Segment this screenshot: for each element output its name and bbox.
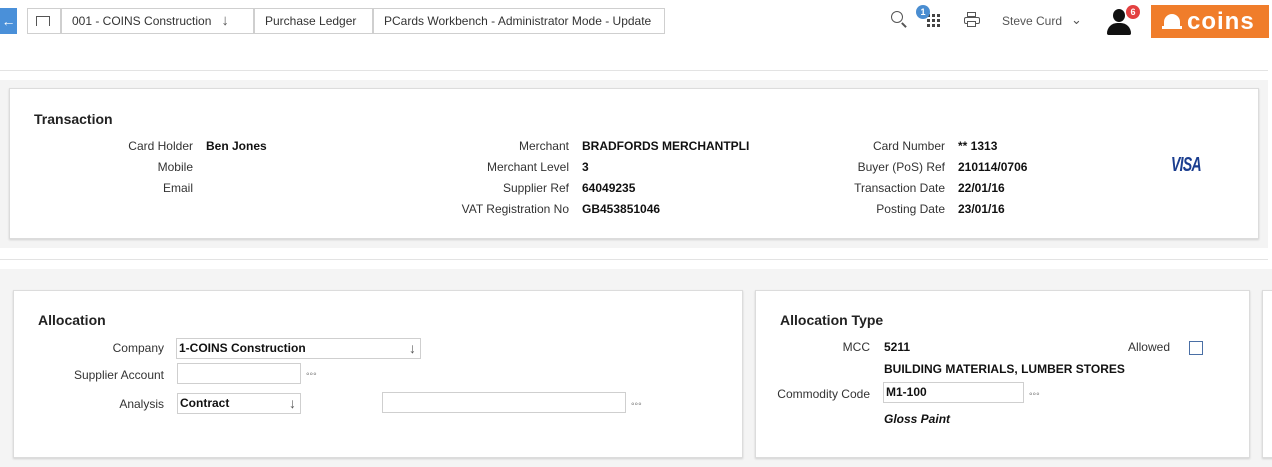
analysis-label: Analysis [119, 397, 164, 411]
vat-value: GB453851046 [582, 202, 661, 216]
transaction-date-label: Transaction Date [854, 181, 945, 195]
arrow-down-icon: ↓ [409, 340, 416, 356]
search-icon[interactable] [890, 10, 908, 28]
arrow-down-icon: ↓ [221, 12, 229, 29]
coins-logo: coins [1151, 5, 1269, 38]
supplier-account-lookup-icon[interactable]: ◦◦◦ [306, 369, 317, 380]
card-number-value: ** 1313 [958, 139, 998, 153]
company-label: Company [112, 341, 164, 355]
breadcrumb-company-label: 001 - COINS Construction [72, 14, 212, 28]
analysis-select[interactable]: Contract ↓ [177, 393, 301, 414]
supplier-ref-label: Supplier Ref [502, 181, 569, 195]
allowed-checkbox[interactable] [1189, 341, 1203, 355]
arrow-left-icon: ← [1, 13, 16, 29]
breadcrumb-purchase-ledger[interactable]: Purchase Ledger [254, 8, 373, 34]
vat-label: VAT Registration No [461, 202, 569, 216]
notifications-badge: 6 [1126, 5, 1140, 19]
card-holder-label: Card Holder [128, 139, 193, 153]
divider [0, 70, 1268, 71]
company-select[interactable]: 1-COINS Construction ↓ [176, 338, 421, 359]
commodity-description: Gloss Paint [884, 412, 951, 426]
posting-date-label: Posting Date [876, 202, 945, 216]
chevron-down-icon[interactable]: ⌄ [1071, 12, 1082, 28]
company-select-value: 1-COINS Construction [179, 341, 306, 355]
mobile-label: Mobile [157, 160, 193, 174]
next-panel-edge [1262, 290, 1272, 458]
breadcrumb-company[interactable]: 001 - COINS Construction ↓ [61, 8, 254, 34]
card-holder-value: Ben Jones [206, 139, 267, 153]
commodity-code-label: Commodity Code [777, 387, 870, 401]
analysis-code-input[interactable] [382, 392, 626, 413]
commodity-code-lookup-icon[interactable]: ◦◦◦ [1029, 389, 1040, 400]
allocation-type-title: Allocation Type [780, 312, 884, 328]
mcc-description: BUILDING MATERIALS, LUMBER STORES [884, 362, 1125, 376]
hard-hat-icon [1162, 14, 1182, 30]
transaction-title: Transaction [34, 111, 113, 127]
posting-date-value: 23/01/16 [958, 202, 1005, 216]
divider [0, 259, 1268, 260]
analysis-code-lookup-icon[interactable]: ◦◦◦ [631, 399, 642, 410]
top-bar: ← 001 - COINS Construction ↓ Purchase Led… [0, 0, 1272, 44]
breadcrumb-current-page[interactable]: PCards Workbench - Administrator Mode - … [373, 8, 665, 34]
supplier-ref-value: 64049235 [582, 181, 636, 195]
email-label: Email [162, 181, 193, 195]
arrow-down-icon: ↓ [289, 395, 296, 411]
analysis-select-value: Contract [180, 396, 230, 410]
merchant-level-value: 3 [582, 160, 589, 174]
breadcrumb-page-label: PCards Workbench - Administrator Mode - … [384, 14, 652, 28]
transaction-date-value: 22/01/16 [958, 181, 1005, 195]
breadcrumb-home[interactable] [27, 8, 61, 34]
supplier-account-label: Supplier Account [73, 368, 164, 382]
allowed-label: Allowed [1127, 340, 1170, 354]
logo-text: coins [1187, 8, 1255, 35]
print-icon[interactable] [963, 11, 981, 29]
mcc-value: 5211 [884, 340, 911, 354]
transaction-panel [9, 88, 1259, 239]
buyer-ref-value: 210114/0706 [958, 160, 1028, 174]
apps-count-badge: 1 [916, 5, 930, 19]
supplier-account-input[interactable] [177, 363, 301, 384]
breadcrumb-ledger-label: Purchase Ledger [265, 14, 357, 28]
back-button[interactable]: ← [0, 8, 17, 34]
commodity-code-input[interactable]: M1-100 [883, 382, 1024, 403]
mcc-label: MCC [842, 340, 870, 354]
visa-card-icon: VISA [1171, 154, 1202, 176]
user-menu-name[interactable]: Steve Curd [1002, 14, 1062, 28]
card-number-label: Card Number [872, 139, 945, 153]
merchant-label: Merchant [518, 139, 569, 153]
merchant-value: BRADFORDS MERCHANTPLI [582, 139, 750, 153]
allocation-title: Allocation [38, 312, 106, 328]
buyer-ref-label: Buyer (PoS) Ref [857, 160, 945, 174]
home-frame-icon [36, 16, 50, 26]
merchant-level-label: Merchant Level [486, 160, 569, 174]
